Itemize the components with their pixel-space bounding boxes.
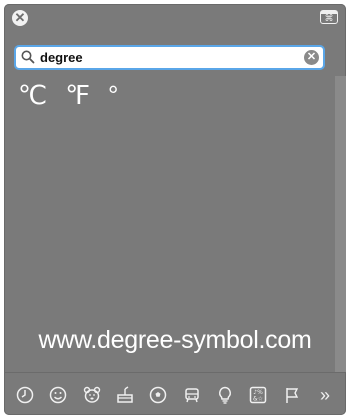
character-viewer-toggle-icon[interactable]: ⌘ — [320, 10, 338, 24]
ball-icon[interactable] — [145, 382, 171, 408]
animal-icon[interactable] — [79, 382, 105, 408]
toolbar-divider — [4, 372, 346, 373]
clear-search-button[interactable]: ✕ — [304, 50, 319, 65]
character-viewer-panel: ✕ ⌘ ✕ ℃ ℉ ° www.degree-symbol.com — [4, 4, 346, 415]
svg-text:&☆: &☆ — [253, 396, 263, 403]
watermark-text: www.degree-symbol.com — [38, 326, 312, 354]
travel-icon[interactable] — [179, 382, 205, 408]
food-icon[interactable] — [112, 382, 138, 408]
lightbulb-icon[interactable] — [212, 382, 238, 408]
more-categories-button[interactable]: » — [312, 382, 338, 408]
result-celsius[interactable]: ℃ — [18, 80, 47, 110]
result-degree[interactable]: ° — [108, 80, 118, 110]
search-input[interactable] — [40, 48, 295, 67]
flag-icon[interactable] — [279, 382, 305, 408]
recent-icon[interactable] — [12, 382, 38, 408]
close-button[interactable]: ✕ — [12, 10, 28, 26]
category-toolbar: ♪% &☆ » — [12, 380, 338, 410]
results-grid: ℃ ℉ ° — [18, 80, 118, 110]
result-fahrenheit[interactable]: ℉ — [65, 80, 90, 110]
symbols-icon[interactable]: ♪% &☆ — [245, 382, 271, 408]
search-icon — [21, 50, 35, 64]
command-glyph: ⌘ — [324, 13, 334, 23]
smiley-icon[interactable] — [45, 382, 71, 408]
search-field[interactable]: ✕ — [14, 45, 325, 70]
